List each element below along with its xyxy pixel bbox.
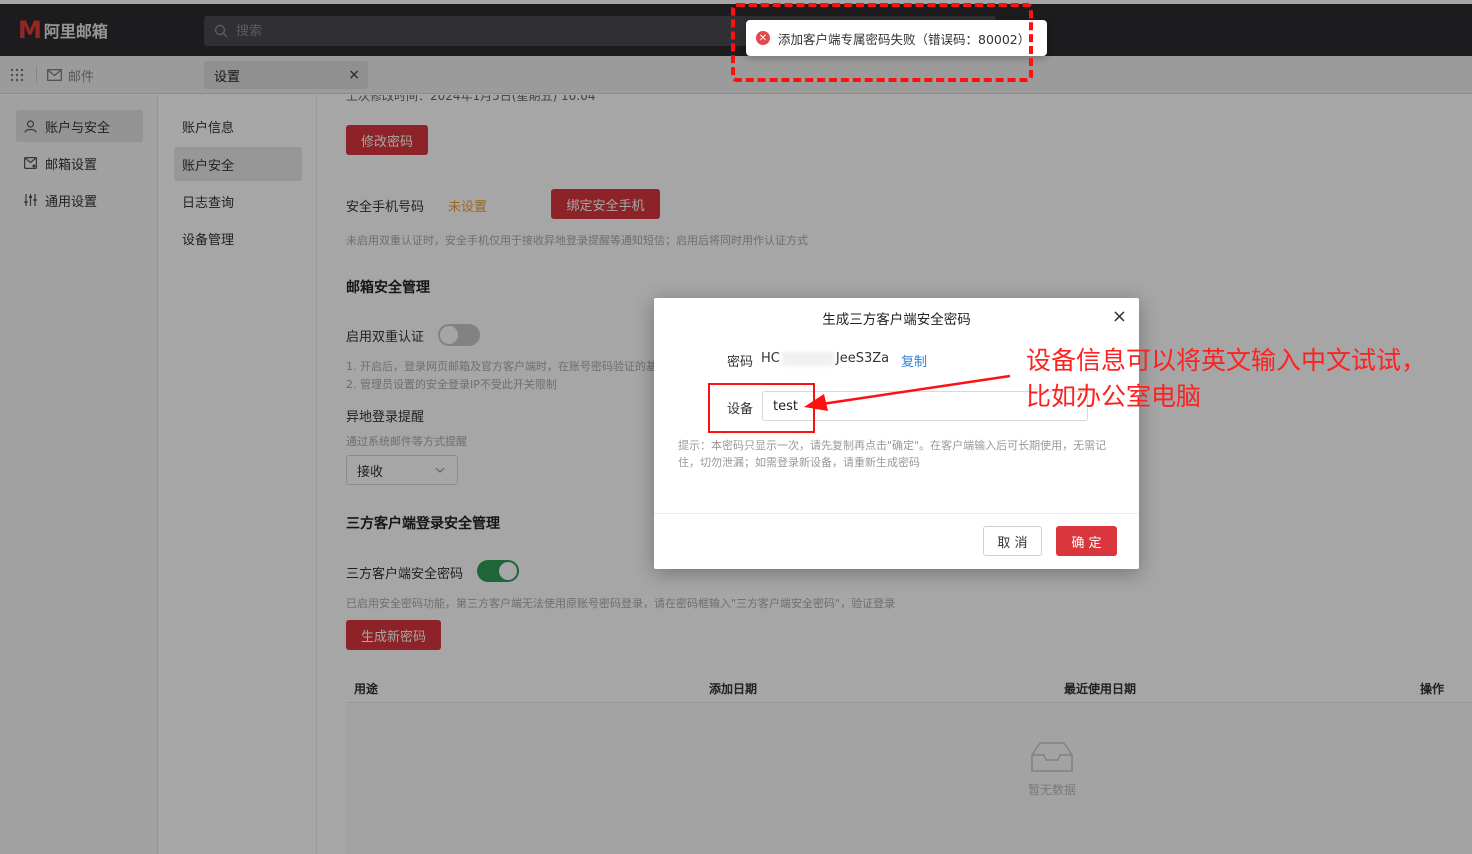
copy-link[interactable]: 复制 bbox=[901, 351, 927, 370]
annotation-line-1: 设备信息可以将英文输入中文试试， bbox=[1026, 346, 1427, 375]
password-prefix: HC bbox=[761, 351, 780, 366]
dialog-divider bbox=[654, 513, 1139, 514]
password-value: HC JeeS3Za bbox=[761, 351, 889, 366]
toast-highlight-annotation bbox=[731, 3, 1033, 82]
password-suffix: JeeS3Za bbox=[835, 351, 890, 366]
dialog-tip: 提示：本密码只显示一次，请先复制再点击"确定"。在客户端输入后可长期使用，无需记… bbox=[678, 439, 1107, 469]
password-blur-mask bbox=[781, 351, 834, 366]
cancel-button[interactable]: 取 消 bbox=[983, 526, 1042, 556]
dialog-title: 生成三方客户端安全密码 bbox=[822, 312, 971, 328]
annotation-text: 设备信息可以将英文输入中文试试， 比如办公室电脑 bbox=[1026, 343, 1466, 415]
generate-password-dialog: 生成三方客户端安全密码 × 密码 HC JeeS3Za 复制 设备 提示：本密码… bbox=[654, 298, 1139, 569]
close-icon[interactable]: × bbox=[1112, 306, 1127, 327]
annotation-arrow-icon bbox=[804, 374, 1011, 411]
annotation-line-2: 比如办公室电脑 bbox=[1026, 382, 1202, 411]
password-label: 密码 bbox=[727, 355, 754, 370]
page: M 阿里邮箱 邮件 设置 × 账户与安全 邮箱设置 bbox=[0, 0, 1472, 854]
confirm-button[interactable]: 确 定 bbox=[1056, 526, 1117, 556]
device-highlight-annotation bbox=[708, 383, 815, 433]
